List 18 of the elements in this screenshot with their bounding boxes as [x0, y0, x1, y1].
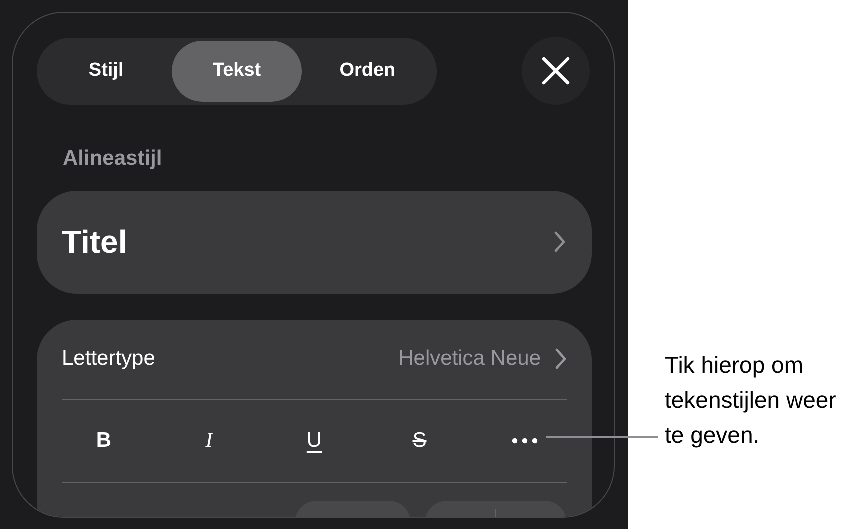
section-heading: Alineastijl — [62, 146, 164, 172]
tab[interactable]: Stijl — [41, 40, 172, 102]
more-icon — [512, 438, 538, 444]
tab[interactable]: Orden — [302, 40, 434, 102]
font-value: Helvetica Neue — [398, 346, 541, 372]
bold-button[interactable]: B — [74, 418, 134, 462]
close-icon — [542, 57, 570, 85]
font-row[interactable]: Lettertype Helvetica Neue — [62, 320, 567, 398]
chevron-right-icon — [554, 231, 566, 253]
tab[interactable]: Tekst — [172, 40, 302, 102]
paragraph-style-row[interactable]: Titel — [37, 190, 592, 294]
strikethrough-button[interactable]: S — [390, 418, 450, 462]
italic-button[interactable]: I — [179, 418, 240, 462]
chevron-right-icon — [555, 348, 567, 370]
callout-text: Tik hierop om tekenstijlen weer te geven. — [665, 351, 838, 450]
font-label: Lettertype — [62, 346, 156, 372]
paragraph-style-value: Titel — [62, 223, 128, 262]
underline-button[interactable]: U — [284, 418, 344, 462]
